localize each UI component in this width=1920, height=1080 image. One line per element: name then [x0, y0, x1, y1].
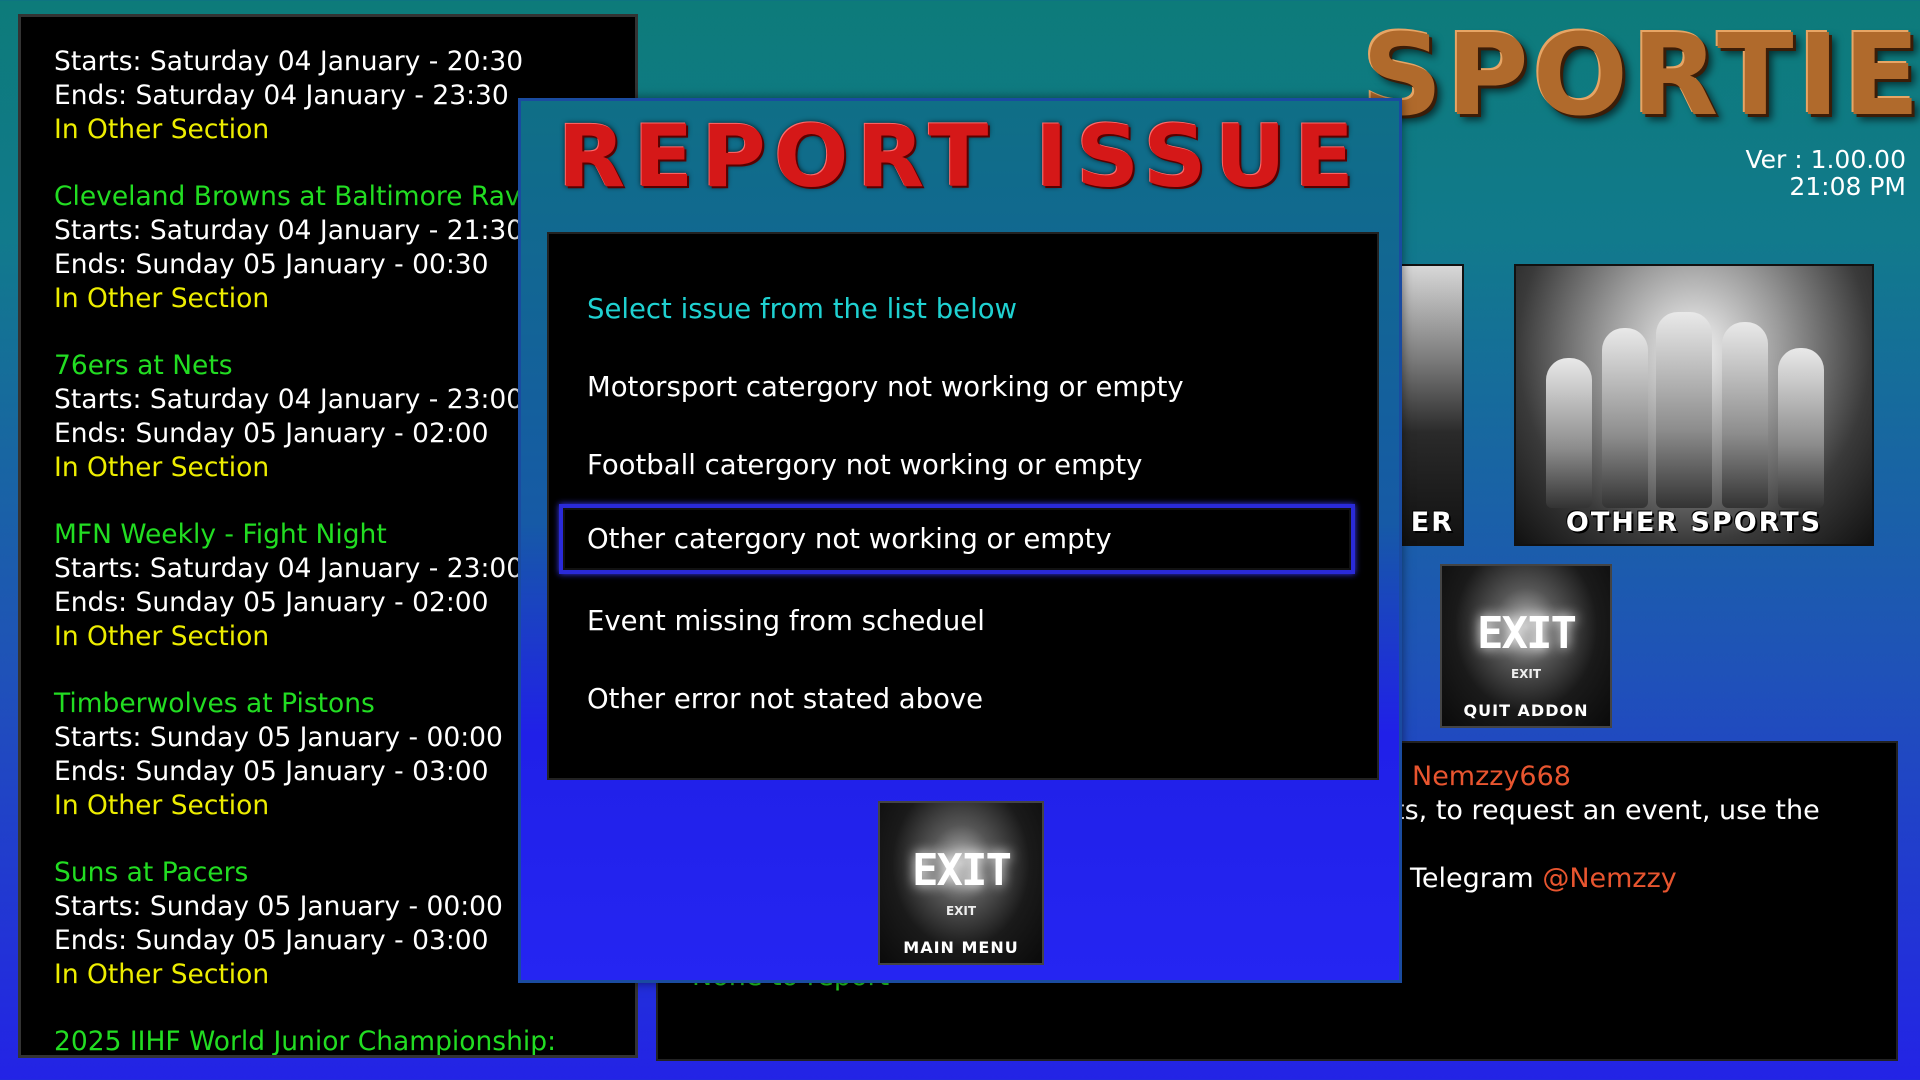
version-label: Ver : 1.00.00: [1745, 145, 1906, 174]
event-title: 2025 IIHF World Junior Championship:: [54, 1026, 557, 1057]
athlete-figure: [1602, 328, 1648, 508]
exit-sign-icon: EXIT: [912, 844, 1012, 896]
dialog-title: REPORT ISSUE: [557, 107, 1363, 207]
tile-label: OTHER SPORTS: [1565, 507, 1823, 538]
logo-text: SPORTIE: [1362, 11, 1920, 141]
main-menu-label: MAIN MENU: [903, 938, 1019, 957]
athlete-figure: [1778, 348, 1824, 508]
category-tile-other-sports[interactable]: OTHER SPORTS: [1514, 264, 1874, 546]
issue-list[interactable]: Select issue from the list below Motorsp…: [547, 232, 1379, 780]
issue-item-event-missing[interactable]: Event missing from scheduel: [559, 586, 1355, 656]
author-name: Nemzzy668: [1412, 761, 1571, 792]
schedule-event[interactable]: 2025 IIHF World Junior Championship:: [54, 1025, 634, 1057]
sportie-logo: SPORTIE: [1362, 11, 1920, 141]
quit-addon-button[interactable]: EXIT EXIT QUIT ADDON: [1440, 564, 1612, 728]
exit-sign-icon: EXIT: [1477, 607, 1577, 659]
issue-item-other-error[interactable]: Other error not stated above: [559, 664, 1355, 734]
clock-label: 21:08 PM: [1789, 172, 1906, 201]
event-start: Starts: Saturday 04 January - 20:30: [54, 46, 524, 77]
athlete-figure: [1546, 358, 1592, 508]
telegram-handle: @Nemzzy: [1542, 863, 1677, 894]
info-text: ts, to request an event, use the: [1394, 795, 1820, 826]
issue-list-header: Select issue from the list below: [587, 293, 1018, 325]
quit-addon-label: QUIT ADDON: [1463, 701, 1589, 720]
main-menu-button[interactable]: EXIT EXIT MAIN MENU: [878, 801, 1044, 965]
tile-label: ER: [1410, 507, 1454, 538]
issue-item-motorsport[interactable]: Motorsport catergory not working or empt…: [559, 352, 1355, 422]
exit-small-text: EXIT: [945, 903, 977, 918]
version-info: Ver : 1.00.00 21:08 PM: [1745, 146, 1906, 200]
telegram-label: Telegram @Nemzzy: [1410, 863, 1677, 894]
telegram-prefix: Telegram: [1410, 863, 1534, 894]
issue-item-other-category[interactable]: Other catergory not working or empty: [559, 504, 1355, 574]
athlete-figure: [1656, 312, 1712, 508]
exit-small-text: EXIT: [1510, 666, 1542, 681]
issue-item-football[interactable]: Football catergory not working or empty: [559, 430, 1355, 500]
athlete-figure: [1722, 322, 1768, 508]
